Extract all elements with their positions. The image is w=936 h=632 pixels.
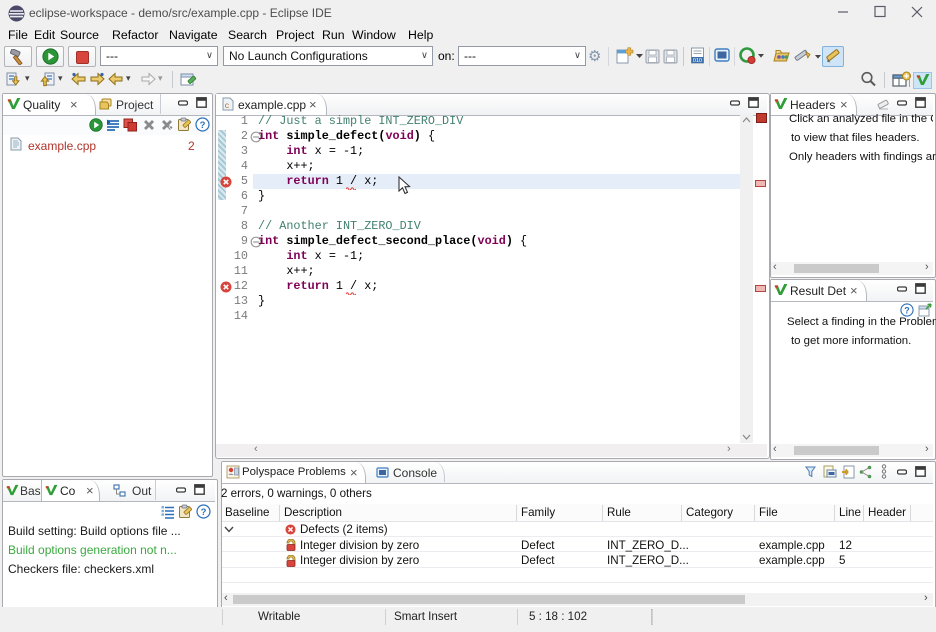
svg-text:?: ? (200, 120, 206, 131)
svg-text:c: c (225, 102, 230, 111)
svg-text:?: ? (201, 507, 207, 518)
svg-text:?: ? (904, 305, 909, 315)
svg-text:010: 010 (693, 58, 702, 64)
